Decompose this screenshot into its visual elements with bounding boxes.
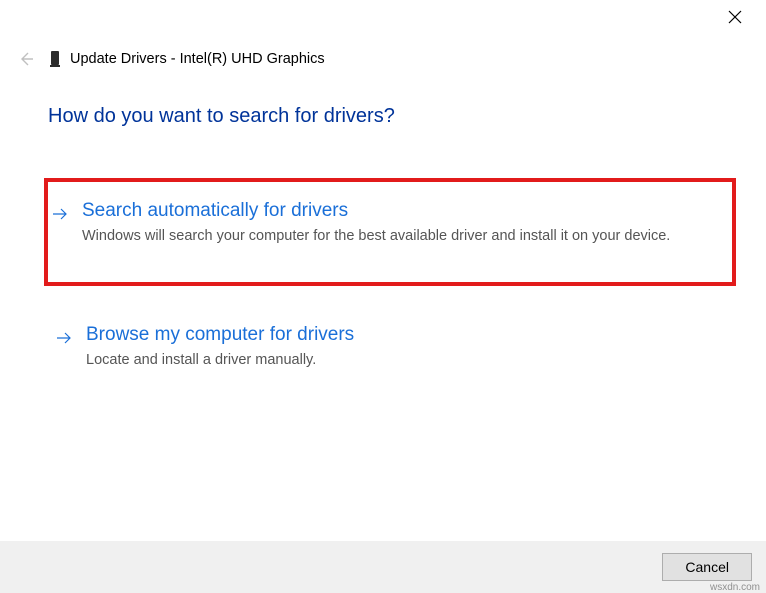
option-description: Locate and install a driver manually. xyxy=(86,350,720,370)
arrow-right-icon xyxy=(56,330,72,351)
header: Update Drivers - Intel(R) UHD Graphics xyxy=(18,50,325,68)
option-body: Search automatically for drivers Windows… xyxy=(82,200,720,246)
back-button[interactable] xyxy=(18,51,34,67)
window-title: Update Drivers - Intel(R) UHD Graphics xyxy=(48,50,325,68)
cancel-button[interactable]: Cancel xyxy=(662,553,752,581)
option-browse-computer[interactable]: Browse my computer for drivers Locate an… xyxy=(48,310,736,384)
watermark: wsxdn.com xyxy=(710,582,760,593)
arrow-right-icon xyxy=(52,206,68,227)
page-heading: How do you want to search for drivers? xyxy=(48,105,736,128)
close-button[interactable] xyxy=(728,10,748,30)
option-title: Browse my computer for drivers xyxy=(86,324,720,346)
option-search-automatically[interactable]: Search automatically for drivers Windows… xyxy=(44,178,736,286)
window-title-text: Update Drivers - Intel(R) UHD Graphics xyxy=(70,51,325,67)
main-content: How do you want to search for drivers? S… xyxy=(48,105,736,395)
device-icon xyxy=(48,50,62,68)
option-body: Browse my computer for drivers Locate an… xyxy=(86,324,720,370)
close-icon xyxy=(728,10,742,24)
arrow-left-icon xyxy=(18,51,34,67)
option-description: Windows will search your computer for th… xyxy=(82,226,720,246)
footer: Cancel xyxy=(0,541,766,593)
option-title: Search automatically for drivers xyxy=(82,200,720,222)
